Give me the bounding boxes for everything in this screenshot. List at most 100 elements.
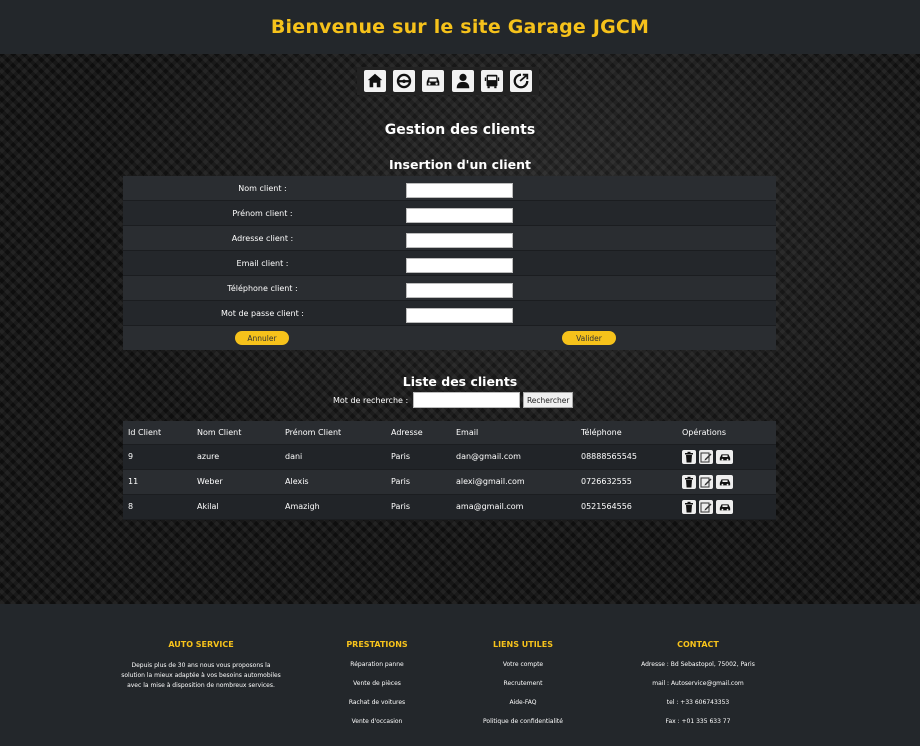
cell-operations bbox=[677, 444, 776, 470]
prenom-label: Prénom client : bbox=[232, 208, 293, 218]
footer-auto-service-line: solution la mieux adaptée à vos besoins … bbox=[121, 672, 281, 679]
footer-link[interactable]: Vente d'occasion bbox=[327, 718, 427, 737]
footer-link[interactable]: Aide-FAQ bbox=[468, 699, 578, 718]
cell-adresse: Paris bbox=[386, 494, 451, 520]
cell-email: alexi@gmail.com bbox=[451, 469, 576, 495]
footer-link[interactable]: Votre compte bbox=[468, 661, 578, 680]
footer-contact: CONTACT Adresse : Bd Sebastopol, 75002, … bbox=[628, 640, 768, 737]
form-row-prenom: Prénom client : bbox=[123, 201, 776, 226]
cell-telephone: 0726632555 bbox=[576, 469, 677, 495]
car-icon[interactable] bbox=[422, 70, 445, 92]
col-prenom: Prénom Client bbox=[280, 421, 386, 445]
cell-telephone: 08888565545 bbox=[576, 444, 677, 470]
cell-id: 8 bbox=[123, 494, 192, 520]
footer-prestations-title: PRESTATIONS bbox=[346, 640, 408, 649]
footer-link[interactable]: Politique de confidentialité bbox=[468, 718, 578, 737]
col-id: Id Client bbox=[123, 421, 192, 445]
col-telephone: Téléphone bbox=[576, 421, 677, 445]
car-icon[interactable] bbox=[716, 449, 733, 464]
footer-liens-utiles-title: LIENS UTILES bbox=[492, 640, 554, 649]
footer-liens-utiles: LIENS UTILES Votre compte Recrutement Ai… bbox=[468, 640, 578, 737]
site-header: Bienvenue sur le site Garage JGCM bbox=[0, 0, 920, 54]
page-title: Gestion des clients bbox=[384, 122, 536, 138]
car-icon[interactable] bbox=[716, 499, 733, 514]
footer-link[interactable]: Vente de pièces bbox=[327, 680, 427, 699]
cell-email: dan@gmail.com bbox=[451, 444, 576, 470]
edit-icon[interactable] bbox=[699, 449, 713, 464]
footer-auto-service-line: Depuis plus de 30 ans nous vous proposon… bbox=[131, 662, 271, 669]
cell-operations bbox=[677, 469, 776, 495]
telephone-input[interactable] bbox=[406, 283, 513, 298]
mechanic-icon[interactable] bbox=[451, 70, 474, 92]
cell-prenom: dani bbox=[280, 444, 386, 470]
footer-auto-service-line: avec la mise à disposition de nombreux s… bbox=[127, 682, 275, 689]
cell-adresse: Paris bbox=[386, 469, 451, 495]
prenom-input[interactable] bbox=[406, 208, 513, 223]
form-row-adresse: Adresse client : bbox=[123, 226, 776, 251]
cell-nom: Akilal bbox=[192, 494, 280, 520]
cell-prenom: Amazigh bbox=[280, 494, 386, 520]
home-icon[interactable] bbox=[363, 70, 386, 92]
footer-link[interactable]: Recrutement bbox=[468, 680, 578, 699]
form-row-nom: Nom client : bbox=[123, 176, 776, 201]
list-title: Liste des clients bbox=[402, 374, 518, 389]
clients-table: Id Client Nom Client Prénom Client Adres… bbox=[123, 421, 776, 520]
email-label: Email client : bbox=[236, 258, 289, 268]
adresse-label: Adresse client : bbox=[231, 233, 294, 243]
footer-auto-service-title: AUTO SERVICE bbox=[168, 640, 234, 649]
search-input[interactable] bbox=[413, 392, 521, 408]
bus-icon[interactable] bbox=[480, 70, 503, 92]
form-row-password: Mot de passe client : bbox=[123, 301, 776, 326]
col-operations: Opérations bbox=[677, 421, 776, 445]
email-input[interactable] bbox=[406, 258, 513, 273]
car-icon[interactable] bbox=[716, 474, 733, 489]
table-header-row: Id Client Nom Client Prénom Client Adres… bbox=[123, 421, 776, 445]
search-bar: Mot de recherche : Rechercher bbox=[333, 391, 574, 409]
col-email: Email bbox=[451, 421, 576, 445]
client-insert-form: Nom client : Prénom client : Adresse cli… bbox=[123, 176, 776, 350]
cell-prenom: Alexis bbox=[280, 469, 386, 495]
cell-id: 9 bbox=[123, 444, 192, 470]
form-row-email: Email client : bbox=[123, 251, 776, 276]
cell-nom: azure bbox=[192, 444, 280, 470]
footer-contact-title: CONTACT bbox=[677, 640, 719, 649]
site-title: Bienvenue sur le site Garage JGCM bbox=[270, 16, 650, 38]
form-title: Insertion d'un client bbox=[389, 157, 531, 172]
cell-adresse: Paris bbox=[386, 444, 451, 470]
steering-wheel-icon[interactable] bbox=[392, 70, 415, 92]
submit-button[interactable]: Valider bbox=[562, 331, 616, 345]
nav-bar bbox=[357, 67, 539, 95]
trash-icon[interactable] bbox=[682, 449, 696, 464]
cell-email: ama@gmail.com bbox=[451, 494, 576, 520]
footer-link[interactable]: Réparation panne bbox=[327, 661, 427, 680]
footer-contact-line: mail : Autoservice@gmail.com bbox=[652, 680, 744, 687]
form-actions: Annuler Valider bbox=[123, 326, 776, 350]
nom-input[interactable] bbox=[406, 183, 513, 198]
search-button[interactable]: Rechercher bbox=[523, 392, 574, 408]
adresse-input[interactable] bbox=[406, 233, 513, 248]
edit-icon[interactable] bbox=[699, 499, 713, 514]
form-row-telephone: Téléphone client : bbox=[123, 276, 776, 301]
password-label: Mot de passe client : bbox=[220, 308, 304, 318]
footer-auto-service: AUTO SERVICE Depuis plus de 30 ans nous … bbox=[113, 640, 289, 691]
edit-icon[interactable] bbox=[699, 474, 713, 489]
trash-icon[interactable] bbox=[682, 474, 696, 489]
footer-contact-line: tel : +33 606743353 bbox=[666, 699, 730, 706]
col-adresse: Adresse bbox=[386, 421, 451, 445]
col-nom: Nom Client bbox=[192, 421, 280, 445]
table-row: 8 Akilal Amazigh Paris ama@gmail.com 052… bbox=[123, 494, 776, 520]
cell-telephone: 0521564556 bbox=[576, 494, 677, 520]
password-input[interactable] bbox=[406, 308, 513, 323]
trash-icon[interactable] bbox=[682, 499, 696, 514]
table-row: 11 Weber Alexis Paris alexi@gmail.com 07… bbox=[123, 469, 776, 495]
cancel-button[interactable]: Annuler bbox=[235, 331, 289, 345]
site-footer: AUTO SERVICE Depuis plus de 30 ans nous … bbox=[0, 604, 920, 746]
footer-contact-line: Fax : +01 335 633 77 bbox=[665, 718, 731, 725]
footer-prestations: PRESTATIONS Réparation panne Vente de pi… bbox=[327, 640, 427, 737]
cell-id: 11 bbox=[123, 469, 192, 495]
telephone-label: Téléphone client : bbox=[227, 283, 298, 293]
cell-nom: Weber bbox=[192, 469, 280, 495]
footer-link[interactable]: Rachat de voitures bbox=[327, 699, 427, 718]
footer-contact-line: Adresse : Bd Sebastopol, 75002, Paris bbox=[641, 661, 755, 668]
logout-icon[interactable] bbox=[510, 70, 533, 92]
